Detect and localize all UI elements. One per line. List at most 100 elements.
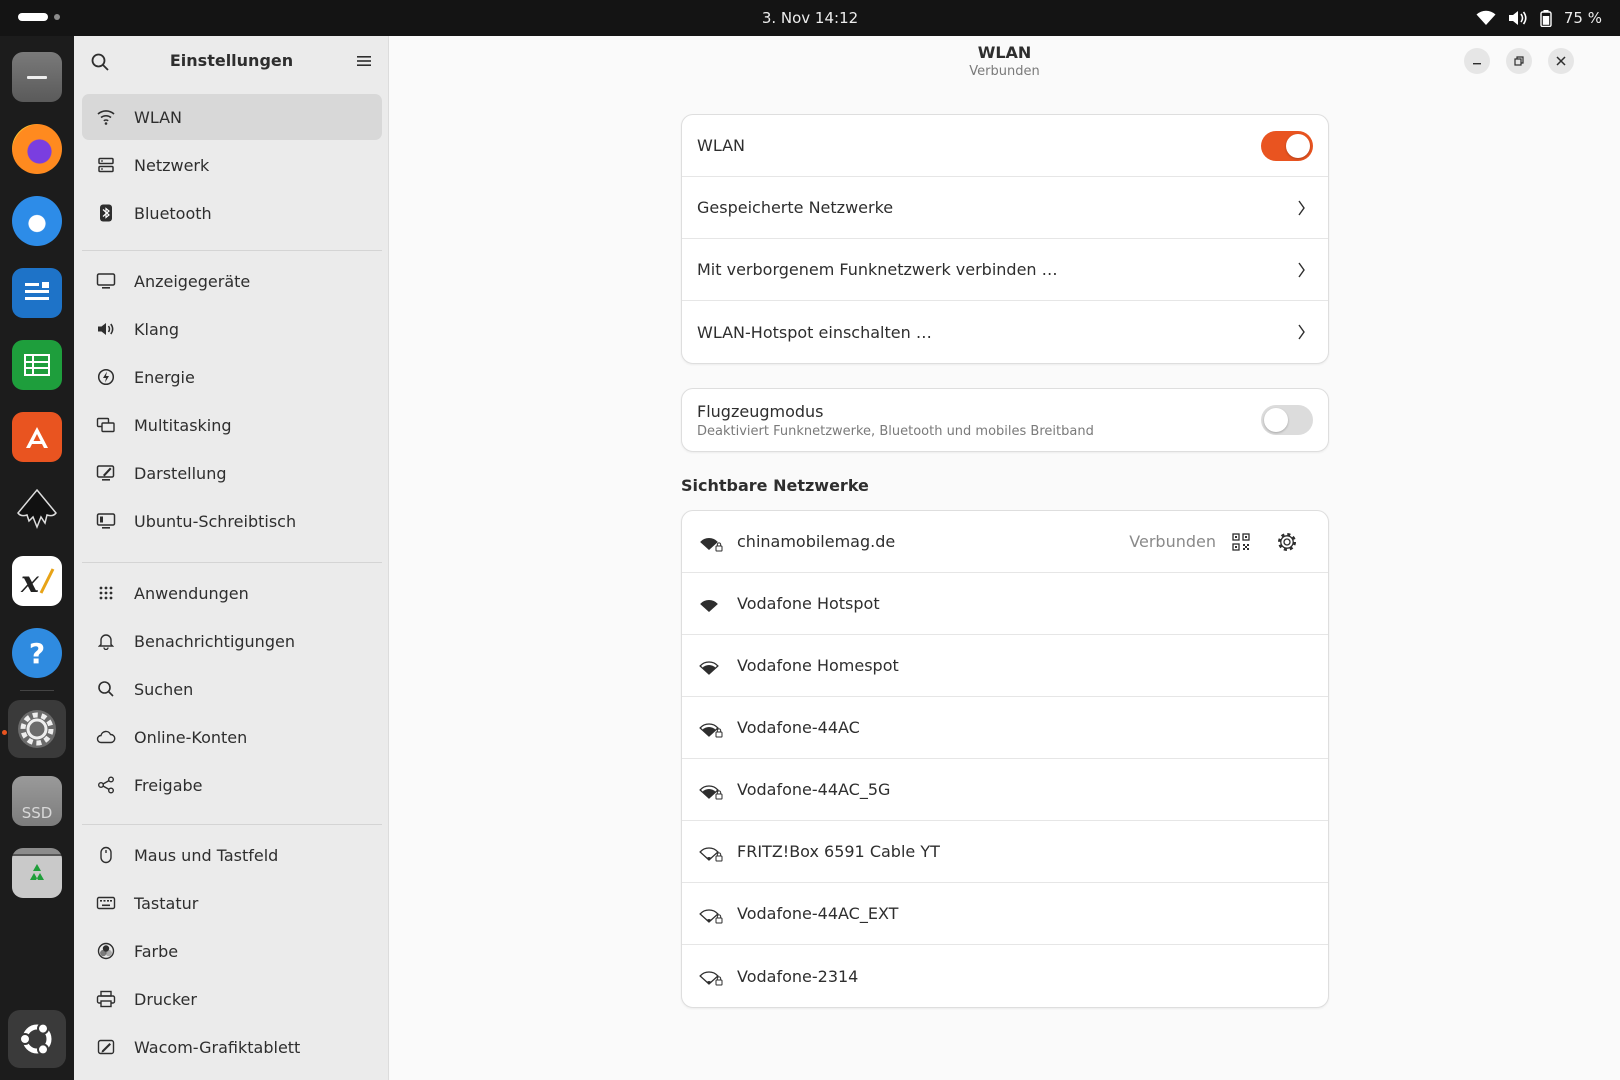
sidebar-item-klang[interactable]: Klang bbox=[82, 306, 382, 352]
sidebar-item-netzwerk[interactable]: Netzwerk bbox=[82, 142, 382, 188]
sidebar-item-multitasking[interactable]: Multitasking bbox=[82, 402, 382, 448]
sidebar-item-drucker[interactable]: Drucker bbox=[82, 976, 382, 1022]
dock-settings[interactable] bbox=[8, 700, 66, 758]
network-ssid: Vodafone-44AC bbox=[737, 718, 860, 737]
dock-firefox[interactable] bbox=[8, 120, 66, 178]
sidebar-item-maus-und-tastfeld[interactable]: Maus und Tastfeld bbox=[82, 832, 382, 878]
wifi-signal-icon bbox=[699, 908, 723, 923]
wlan-label: WLAN bbox=[697, 136, 746, 155]
close-button[interactable] bbox=[1548, 48, 1574, 74]
dock-app-center[interactable] bbox=[8, 408, 66, 466]
sidebar-item-freigabe[interactable]: Freigabe bbox=[82, 762, 382, 808]
hotspot-row[interactable]: WLAN-Hotspot einschalten … bbox=[682, 301, 1328, 363]
sidebar-item-benachrichtigungen[interactable]: Benachrichtigungen bbox=[82, 618, 382, 664]
dock-running-indicator bbox=[2, 730, 7, 735]
sidebar-item-label: Klang bbox=[134, 319, 180, 339]
help-icon: ? bbox=[12, 628, 62, 678]
network-ssid: Vodafone Homespot bbox=[737, 656, 899, 675]
hamburger-menu-icon[interactable] bbox=[355, 53, 373, 69]
wlan-toggle-row[interactable]: WLAN bbox=[682, 115, 1328, 177]
hidden-network-row[interactable]: Mit verborgenem Funknetzwerk verbinden … bbox=[682, 239, 1328, 301]
network-row[interactable]: Vodafone-44AC bbox=[682, 697, 1328, 759]
chevron-right-icon bbox=[1298, 262, 1305, 278]
hidden-network-label: Mit verborgenem Funknetzwerk verbinden … bbox=[697, 260, 1058, 279]
sidebar-item-online-konten[interactable]: Online-Konten bbox=[82, 714, 382, 760]
sidebar-item-anzeigegeraete[interactable]: Anzeigegeräte bbox=[82, 258, 382, 304]
search-icon bbox=[96, 679, 116, 699]
color-icon bbox=[96, 941, 116, 961]
wifi-icon bbox=[96, 107, 116, 127]
sidebar-item-label: Anzeigegeräte bbox=[134, 271, 251, 291]
maximize-button[interactable] bbox=[1506, 48, 1532, 74]
network-row[interactable]: chinamobilemag.de Verbunden bbox=[682, 511, 1328, 573]
wifi-signal-icon bbox=[700, 599, 718, 612]
wlan-panel: WLAN Verbunden WLAN Gespeicherte Netzwer… bbox=[389, 36, 1620, 1080]
gear-icon[interactable] bbox=[1276, 531, 1298, 553]
airplane-mode-row[interactable]: Flugzeugmodus Deaktiviert Funknetzwerke,… bbox=[682, 389, 1328, 451]
dock-help[interactable]: ? bbox=[8, 624, 66, 682]
network-row[interactable]: Vodafone Homespot bbox=[682, 635, 1328, 697]
dock-show-apps[interactable] bbox=[8, 1010, 66, 1068]
sidebar-item-energie[interactable]: Energie bbox=[82, 354, 382, 400]
minimize-button[interactable] bbox=[1464, 48, 1490, 74]
dock-thunderbird[interactable] bbox=[8, 192, 66, 250]
sidebar-item-suchen[interactable]: Suchen bbox=[82, 666, 382, 712]
qr-code-icon[interactable] bbox=[1232, 532, 1250, 551]
svg-text:x: x bbox=[20, 565, 40, 599]
power-icon bbox=[96, 367, 116, 387]
network-row[interactable]: FRITZ!Box 6591 Cable YT bbox=[682, 821, 1328, 883]
network-row[interactable]: Vodafone-44AC_5G bbox=[682, 759, 1328, 821]
sidebar-item-label: Ubuntu-Schreibtisch bbox=[134, 511, 297, 531]
network-row[interactable]: Vodafone-2314 bbox=[682, 945, 1328, 1007]
system-tray[interactable]: 75 % bbox=[1476, 0, 1602, 36]
workspace-active-pill bbox=[18, 13, 48, 21]
sidebar-item-label: Anwendungen bbox=[134, 583, 249, 603]
sidebar-item-anwendungen[interactable]: Anwendungen bbox=[82, 570, 382, 616]
network-ssid: Vodafone Hotspot bbox=[737, 594, 880, 613]
dock-writer[interactable] bbox=[8, 264, 66, 322]
clock[interactable]: 3. Nov 14:12 bbox=[762, 9, 858, 27]
sidebar-item-wacom-grafiktablett[interactable]: Wacom-Grafiktablett bbox=[82, 1024, 382, 1070]
sidebar-item-darstellung[interactable]: Darstellung bbox=[82, 450, 382, 496]
page-subtitle: Verbunden bbox=[969, 64, 1040, 79]
network-row[interactable]: Vodafone-44AC_EXT bbox=[682, 883, 1328, 945]
sidebar-item-tastatur[interactable]: Tastatur bbox=[82, 880, 382, 926]
wifi-signal-icon bbox=[699, 722, 723, 737]
dock-trash[interactable] bbox=[8, 844, 66, 902]
airplane-mode-title: Flugzeugmodus bbox=[697, 401, 824, 421]
cloud-icon bbox=[96, 727, 116, 747]
dock-calc[interactable] bbox=[8, 336, 66, 394]
sidebar-item-farbe[interactable]: Farbe bbox=[82, 928, 382, 974]
writer-icon bbox=[12, 268, 62, 318]
wlan-settings-card: WLAN Gespeicherte Netzwerke Mit verborge… bbox=[681, 114, 1329, 364]
network-ssid: Vodafone-44AC_5G bbox=[737, 780, 891, 799]
sidebar-header: Einstellungen bbox=[74, 36, 389, 86]
battery-percentage: 75 % bbox=[1563, 9, 1602, 27]
sidebar-item-bluetooth[interactable]: Bluetooth bbox=[82, 190, 382, 236]
switch-knob bbox=[1264, 408, 1288, 432]
wlan-switch[interactable] bbox=[1261, 130, 1313, 161]
dock-xournal[interactable]: x bbox=[8, 552, 66, 610]
sidebar-item-ubuntu-schreibtisch[interactable]: Ubuntu-Schreibtisch bbox=[82, 498, 382, 544]
multitasking-icon bbox=[96, 415, 116, 435]
saved-networks-row[interactable]: Gespeicherte Netzwerke bbox=[682, 177, 1328, 239]
clock-container: 3. Nov 14:12 bbox=[0, 0, 1620, 36]
close-icon bbox=[1556, 56, 1566, 66]
sidebar-item-wlan[interactable]: WLAN bbox=[82, 94, 382, 140]
bell-icon bbox=[96, 631, 116, 651]
wifi-signal-icon bbox=[699, 784, 723, 799]
ubuntu-logo-icon bbox=[12, 1014, 62, 1064]
network-ssid: Vodafone-44AC_EXT bbox=[737, 904, 899, 923]
wifi-signal-icon bbox=[699, 971, 723, 986]
airplane-mode-description: Deaktiviert Funknetzwerke, Bluetooth und… bbox=[697, 423, 1094, 439]
sidebar-item-label: Benachrichtigungen bbox=[134, 631, 295, 651]
sidebar-item-label: Drucker bbox=[134, 989, 197, 1009]
dock-files[interactable] bbox=[8, 48, 66, 106]
dock-ssd[interactable]: SSD bbox=[8, 772, 66, 830]
network-row[interactable]: Vodafone Hotspot bbox=[682, 573, 1328, 635]
dock-inkscape[interactable] bbox=[8, 480, 66, 538]
wifi-signal-icon bbox=[700, 537, 723, 551]
activities-indicator[interactable] bbox=[18, 13, 60, 21]
bluetooth-icon bbox=[96, 203, 116, 223]
airplane-mode-switch[interactable] bbox=[1261, 405, 1313, 435]
